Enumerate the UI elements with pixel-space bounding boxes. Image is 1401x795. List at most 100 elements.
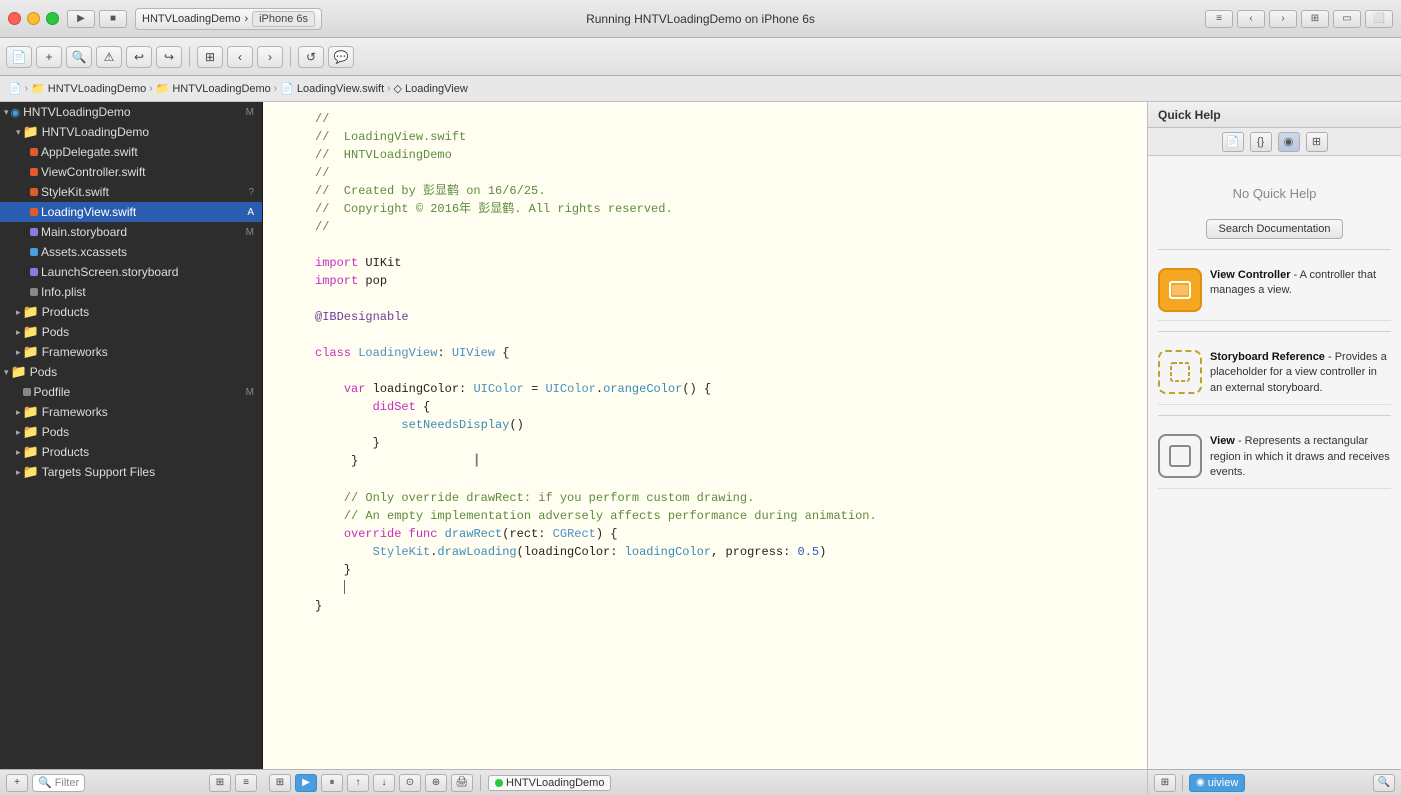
new-file-button[interactable]: 📄 <box>6 46 32 68</box>
sidebar-item-products1[interactable]: ▸ 📁 Products <box>0 302 262 322</box>
code-line-12: @IBDesignable <box>263 308 1147 326</box>
code-line-24: override func drawRect(rect: CGRect) { <box>263 525 1147 543</box>
sidebar-item-mainstoryboard[interactable]: Main.storyboard M <box>0 222 262 242</box>
rp-btn-2[interactable]: {} <box>1250 132 1272 152</box>
code-line-10: import pop <box>263 272 1147 290</box>
nav-forward[interactable]: › <box>1269 10 1297 28</box>
stop-button[interactable]: ■ <box>99 10 127 28</box>
editor-inspect-btn[interactable]: ⊙ <box>399 774 421 792</box>
layout-full[interactable]: ⬜ <box>1365 10 1393 28</box>
scheme-selector[interactable]: HNTVLoadingDemo › iPhone 6s <box>135 8 322 30</box>
editor-play-btn[interactable]: ▶ <box>295 774 317 792</box>
folder-icon-frameworks1: 📁 <box>23 344 39 360</box>
sidebar-toggle[interactable]: ≡ <box>1205 10 1233 28</box>
folder-icon-pods1: 📁 <box>23 324 39 340</box>
sidebar-item-frameworks1[interactable]: ▸ 📁 Frameworks <box>0 342 262 362</box>
breadcrumb-item-3[interactable]: 📄 LoadingView.swift <box>280 82 384 95</box>
uiview-badge[interactable]: ◉ uiview <box>1189 774 1245 792</box>
code-line-22: // Only override drawRect: if you perfor… <box>263 489 1147 507</box>
editor-print-btn[interactable]: 🖨 <box>451 774 473 792</box>
editor-grid-btn[interactable]: ⊞ <box>269 774 291 792</box>
rp-btn-3[interactable]: ◉ <box>1278 132 1300 152</box>
sidebar-item-products2[interactable]: ▸ 📁 Products <box>0 442 262 462</box>
code-line-2: // LoadingView.swift <box>263 128 1147 146</box>
layout-single[interactable]: ▭ <box>1333 10 1361 28</box>
redo-button[interactable]: ↪ <box>156 46 182 68</box>
sidebar-item-stylekit[interactable]: StyleKit.swift ? <box>0 182 262 202</box>
sidebar-item-viewcontroller[interactable]: ViewController.swift <box>0 162 262 182</box>
code-line-1: // <box>263 110 1147 128</box>
sb-add-btn[interactable]: + <box>6 774 28 792</box>
code-line-20: } ┃ <box>263 452 1147 471</box>
toolbar: 📄 + 🔍 ⚠ ↩ ↪ ⊞ ‹ › ↺ 💬 <box>0 38 1401 76</box>
editor-scheme-selector[interactable]: HNTVLoadingDemo <box>488 775 611 791</box>
expand-arrow-targets: ▸ <box>16 467 21 478</box>
sidebar-item-root[interactable]: ▾ ◉ HNTVLoadingDemo M <box>0 102 262 122</box>
sb-grid-btn[interactable]: ⊞ <box>209 774 231 792</box>
editor-pause-btn[interactable]: ⏸ <box>321 774 343 792</box>
sidebar-item-group1[interactable]: ▾ 📁 HNTVLoadingDemo <box>0 122 262 142</box>
minimize-button[interactable] <box>27 12 40 25</box>
undo-button[interactable]: ↩ <box>126 46 152 68</box>
close-button[interactable] <box>8 12 21 25</box>
code-editor[interactable]: // // LoadingView.swift // HNTVLoadingDe… <box>263 102 1147 769</box>
search-button[interactable]: 🔍 <box>66 46 92 68</box>
warning-button[interactable]: ⚠ <box>96 46 122 68</box>
sidebar-item-podfile[interactable]: ▸ Podfile M <box>0 382 262 402</box>
sidebar-item-launchscreen[interactable]: LaunchScreen.storyboard <box>0 262 262 282</box>
qh-card-view: View - Represents a rectangular region i… <box>1158 426 1391 489</box>
no-quick-help-text: No Quick Help <box>1158 166 1391 211</box>
nav-back-btn[interactable]: ‹ <box>227 46 253 68</box>
rp-grid-btn[interactable]: ⊞ <box>1154 774 1176 792</box>
add-button[interactable]: + <box>36 46 62 68</box>
grid-button[interactable]: ⊞ <box>197 46 223 68</box>
breadcrumb: 📄 › 📁 HNTVLoadingDemo › 📁 HNTVLoadingDem… <box>0 76 1401 102</box>
sidebar-item-pods3[interactable]: ▸ 📁 Pods <box>0 422 262 442</box>
refresh-button[interactable]: ↺ <box>298 46 324 68</box>
sidebar-item-appdelegate[interactable]: AppDelegate.swift <box>0 142 262 162</box>
rp-btn-4[interactable]: ⊞ <box>1306 132 1328 152</box>
editor-step-down-btn[interactable]: ↓ <box>373 774 395 792</box>
breadcrumb-item-2[interactable]: 📁 HNTVLoadingDemo <box>156 82 271 95</box>
quick-help-content: No Quick Help Search Documentation View … <box>1148 156 1401 769</box>
search-doc-button[interactable]: Search Documentation <box>1206 219 1344 239</box>
sidebar-item-pods-root[interactable]: ▾ 📁 Pods <box>0 362 262 382</box>
storyboard-icon-main <box>30 228 38 236</box>
folder-icon-pods3: 📁 <box>23 424 39 440</box>
right-controls: ≡ ‹ › ⊞ ▭ ⬜ <box>1205 10 1393 28</box>
nav-back[interactable]: ‹ <box>1237 10 1265 28</box>
sidebar-label-products1: Products <box>42 305 89 319</box>
sidebar-item-frameworks2[interactable]: ▸ 📁 Frameworks <box>0 402 262 422</box>
swift-icon-loadingview <box>30 208 38 216</box>
nav-forward-btn[interactable]: › <box>257 46 283 68</box>
filter-input[interactable]: 🔍 Filter <box>32 774 85 792</box>
sidebar-item-loadingview[interactable]: LoadingView.swift A <box>0 202 262 222</box>
code-line-26: } <box>263 561 1147 579</box>
titlebar: ▶ ■ HNTVLoadingDemo › iPhone 6s Running … <box>0 0 1401 38</box>
sidebar-label-frameworks1: Frameworks <box>42 345 108 359</box>
message-button[interactable]: 💬 <box>328 46 354 68</box>
sidebar-item-pods1[interactable]: ▸ 📁 Pods <box>0 322 262 342</box>
editor-step-btn[interactable]: ↑ <box>347 774 369 792</box>
sidebar-label-viewcontroller: ViewController.swift <box>41 165 145 179</box>
editor-settings-btn[interactable]: ⊛ <box>425 774 447 792</box>
code-line-8 <box>263 236 1147 254</box>
sidebar-item-assets[interactable]: Assets.xcassets <box>0 242 262 262</box>
fullscreen-button[interactable] <box>46 12 59 25</box>
sidebar-label-stylekit: StyleKit.swift <box>41 185 109 199</box>
sidebar-item-targets[interactable]: ▸ 📁 Targets Support Files <box>0 462 262 482</box>
breadcrumb-item-1[interactable]: 📁 HNTVLoadingDemo <box>31 82 146 95</box>
sb-hierarchy-btn[interactable]: ≡ <box>235 774 257 792</box>
layout-split[interactable]: ⊞ <box>1301 10 1329 28</box>
sidebar-item-infoplist[interactable]: Info.plist <box>0 282 262 302</box>
rp-btn-1[interactable]: 📄 <box>1222 132 1244 152</box>
qh-card-storyboard: Storyboard Reference - Provides a placeh… <box>1158 342 1391 405</box>
run-button[interactable]: ▶ <box>67 10 95 28</box>
rp-search-btn[interactable]: 🔍 <box>1373 774 1395 792</box>
sidebar-label-podfile: Podfile <box>34 385 71 399</box>
code-line-27 <box>263 579 1147 597</box>
badge-mainstoryboard: M <box>246 227 258 238</box>
breadcrumb-item-4[interactable]: ◇ LoadingView <box>393 82 467 95</box>
badge-stylekit: ? <box>248 187 258 198</box>
content-area: ▾ ◉ HNTVLoadingDemo M ▾ 📁 HNTVLoadingDem… <box>0 102 1401 795</box>
